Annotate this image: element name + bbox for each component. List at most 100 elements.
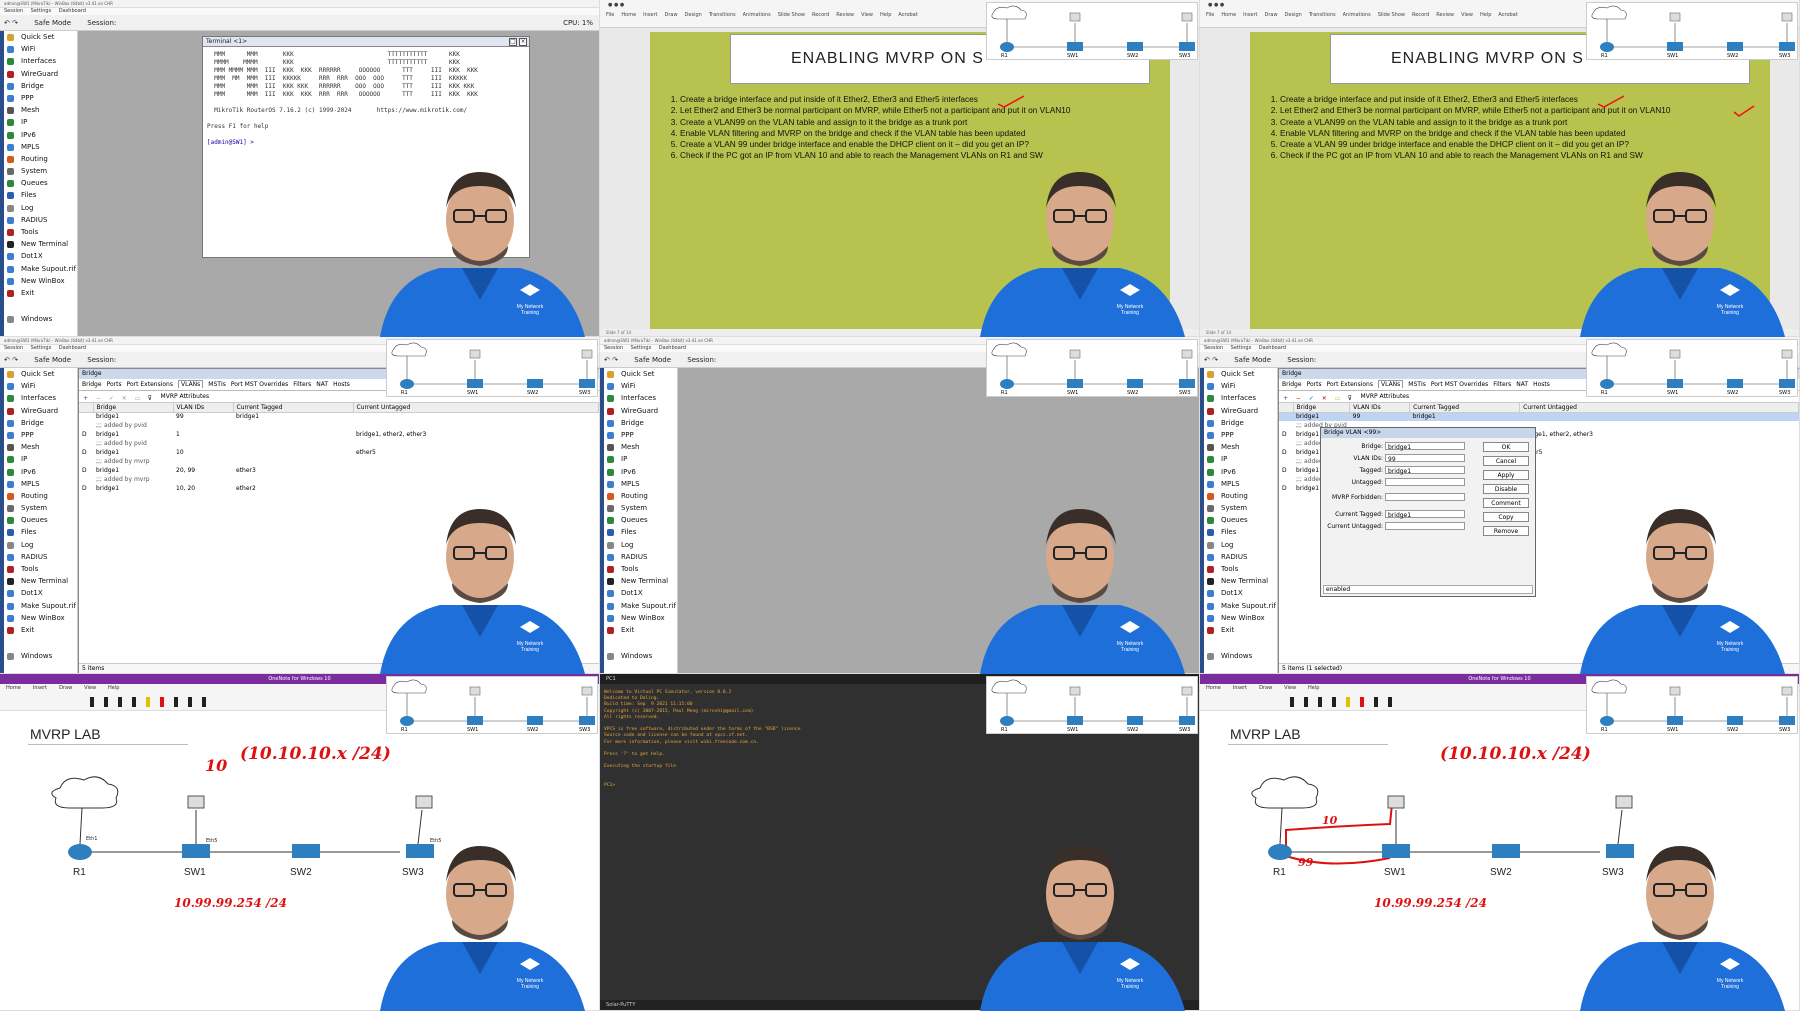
- sidebar-item-bridge[interactable]: Bridge: [0, 417, 77, 429]
- sidebar-item-mesh[interactable]: Mesh: [0, 104, 77, 116]
- sidebar-item-mpls[interactable]: MPLS: [600, 478, 677, 490]
- onenote-menu-draw[interactable]: Draw: [59, 685, 72, 691]
- sidebar-item-quick-set[interactable]: Quick Set: [0, 368, 77, 380]
- sidebar-item-ppp[interactable]: PPP: [600, 429, 677, 441]
- sidebar-item-ip[interactable]: IP: [600, 453, 677, 465]
- sidebar-item-exit[interactable]: Exit: [0, 287, 77, 299]
- ribbon-tab-help[interactable]: Help: [880, 12, 891, 18]
- sidebar-item-files[interactable]: Files: [600, 526, 677, 538]
- sidebar-item-dot1x[interactable]: Dot1X: [0, 250, 77, 262]
- sidebar-item-ipv6[interactable]: IPv6: [600, 466, 677, 478]
- sidebar-item-wireguard[interactable]: WireGuard: [0, 405, 77, 417]
- pen-palette[interactable]: [0, 693, 260, 711]
- dialog-field-input[interactable]: 99: [1385, 454, 1465, 463]
- tab-filters[interactable]: Filters: [293, 381, 311, 388]
- dialog-button-ok[interactable]: OK: [1483, 442, 1529, 452]
- ribbon-tab-slide-show[interactable]: Slide Show: [1378, 12, 1405, 18]
- sidebar-item-make-supout-rif[interactable]: Make Supout.rif: [1200, 600, 1277, 612]
- safe-mode-button[interactable]: Safe Mode: [634, 352, 671, 368]
- table-row[interactable]: bridge1 99 bridge1: [79, 412, 599, 421]
- redo-icon[interactable]: ↷: [12, 356, 18, 364]
- sidebar-item-routing[interactable]: Routing: [1200, 490, 1277, 502]
- ribbon-tab-transitions[interactable]: Transitions: [709, 12, 736, 18]
- pen-palette[interactable]: [1200, 693, 1460, 711]
- sidebar-item-new-terminal[interactable]: New Terminal: [0, 575, 77, 587]
- sidebar-item-routing[interactable]: Routing: [0, 490, 77, 502]
- menu-session[interactable]: Session: [1204, 345, 1223, 351]
- ribbon-tab-record[interactable]: Record: [812, 12, 829, 18]
- sidebar-item-radius[interactable]: RADIUS: [1200, 551, 1277, 563]
- comment-icon[interactable]: ▭: [1335, 393, 1343, 402]
- sidebar-item-ipv6[interactable]: IPv6: [1200, 466, 1277, 478]
- onenote-menu-insert[interactable]: Insert: [1233, 685, 1247, 691]
- sidebar-item-ipv6[interactable]: IPv6: [0, 466, 77, 478]
- sidebar-item-tools[interactable]: Tools: [1200, 563, 1277, 575]
- sidebar-item-files[interactable]: Files: [0, 526, 77, 538]
- menu-dashboard[interactable]: Dashboard: [659, 345, 686, 351]
- menu-dashboard[interactable]: Dashboard: [59, 345, 86, 351]
- tab-pc1[interactable]: PC1: [606, 676, 616, 682]
- dialog-button-apply[interactable]: Apply: [1483, 470, 1529, 480]
- sidebar-item-mesh[interactable]: Mesh: [1200, 441, 1277, 453]
- sidebar-item-bridge[interactable]: Bridge: [0, 80, 77, 92]
- bridge-vlan-dialog[interactable]: Bridge VLAN <99> Bridge: bridge1 VLAN IDs:…: [1320, 427, 1536, 597]
- sidebar-item-exit[interactable]: Exit: [0, 624, 77, 636]
- menu-session[interactable]: Session: [4, 8, 23, 14]
- sidebar-item-wireguard[interactable]: WireGuard: [600, 405, 677, 417]
- ribbon-tab-insert[interactable]: Insert: [1243, 12, 1257, 18]
- sidebar-item-system[interactable]: System: [0, 165, 77, 177]
- sidebar-item-wifi[interactable]: WiFi: [1200, 380, 1277, 392]
- dialog-button-comment[interactable]: Comment: [1483, 498, 1529, 508]
- sidebar-item-queues[interactable]: Queues: [1200, 514, 1277, 526]
- col-vlan-ids[interactable]: VLAN IDs: [173, 403, 234, 413]
- table-row[interactable]: ;;; added by mvrp: [79, 475, 599, 484]
- ribbon-tab-review[interactable]: Review: [1436, 12, 1454, 18]
- tab-mstis[interactable]: MSTIs: [1408, 381, 1426, 388]
- sidebar-item-log[interactable]: Log: [1200, 539, 1277, 551]
- comment-icon[interactable]: ▭: [135, 393, 143, 402]
- redo-icon[interactable]: ↷: [12, 19, 18, 27]
- sidebar-item-log[interactable]: Log: [0, 202, 77, 214]
- sidebar-item-wireguard[interactable]: WireGuard: [0, 68, 77, 80]
- sidebar-item-interfaces[interactable]: Interfaces: [1200, 392, 1277, 404]
- onenote-menu-view[interactable]: View: [1284, 685, 1296, 691]
- table-row[interactable]: bridge1 99 bridge1: [1279, 412, 1799, 421]
- menu-settings[interactable]: Settings: [631, 345, 652, 351]
- table-row[interactable]: Dbridge1 20, 99 ether3: [79, 466, 599, 475]
- add-icon[interactable]: +: [83, 393, 91, 402]
- onenote-menu-help[interactable]: Help: [108, 685, 119, 691]
- filter-icon[interactable]: ⊽: [148, 393, 156, 402]
- safe-mode-button[interactable]: Safe Mode: [34, 15, 71, 31]
- sidebar-item-wifi[interactable]: WiFi: [600, 380, 677, 392]
- tab-ports[interactable]: Ports: [107, 381, 122, 388]
- tab-vlans[interactable]: VLANs: [177, 380, 204, 388]
- col-bridge[interactable]: Bridge: [93, 403, 174, 413]
- dialog-button-copy[interactable]: Copy: [1483, 512, 1529, 522]
- close-icon[interactable]: ×: [519, 38, 527, 46]
- ribbon-tab-animations[interactable]: Animations: [743, 12, 771, 18]
- sidebar-item-wireguard[interactable]: WireGuard: [1200, 405, 1277, 417]
- ribbon-tab-design[interactable]: Design: [685, 12, 702, 18]
- sidebar-item-mesh[interactable]: Mesh: [0, 441, 77, 453]
- sidebar-item-wifi[interactable]: WiFi: [0, 380, 77, 392]
- sidebar-item-ip[interactable]: IP: [1200, 453, 1277, 465]
- sidebar-item-mpls[interactable]: MPLS: [1200, 478, 1277, 490]
- onenote-menu-view[interactable]: View: [84, 685, 96, 691]
- tab-hosts[interactable]: Hosts: [1533, 381, 1550, 388]
- sidebar-item-new-winbox[interactable]: New WinBox: [0, 275, 77, 287]
- sidebar-item-wifi[interactable]: WiFi: [0, 43, 77, 55]
- ribbon-tab-acrobat[interactable]: Acrobat: [898, 12, 917, 18]
- sidebar-item-ip[interactable]: IP: [0, 116, 77, 128]
- ribbon-tab-record[interactable]: Record: [1412, 12, 1429, 18]
- col-bridge[interactable]: Bridge: [1293, 403, 1351, 413]
- tab-port-extensions[interactable]: Port Extensions: [127, 381, 173, 388]
- disable-icon[interactable]: ✕: [1322, 393, 1330, 402]
- sidebar-item-windows[interactable]: Windows: [1200, 650, 1277, 662]
- redo-icon[interactable]: ↷: [612, 356, 618, 364]
- sidebar-item-new-terminal[interactable]: New Terminal: [1200, 575, 1277, 587]
- sidebar-item-ppp[interactable]: PPP: [0, 429, 77, 441]
- tab-bridge[interactable]: Bridge: [82, 381, 102, 388]
- sidebar-item-queues[interactable]: Queues: [0, 177, 77, 189]
- sidebar-item-new-terminal[interactable]: New Terminal: [0, 238, 77, 250]
- sidebar-item-ip[interactable]: IP: [0, 453, 77, 465]
